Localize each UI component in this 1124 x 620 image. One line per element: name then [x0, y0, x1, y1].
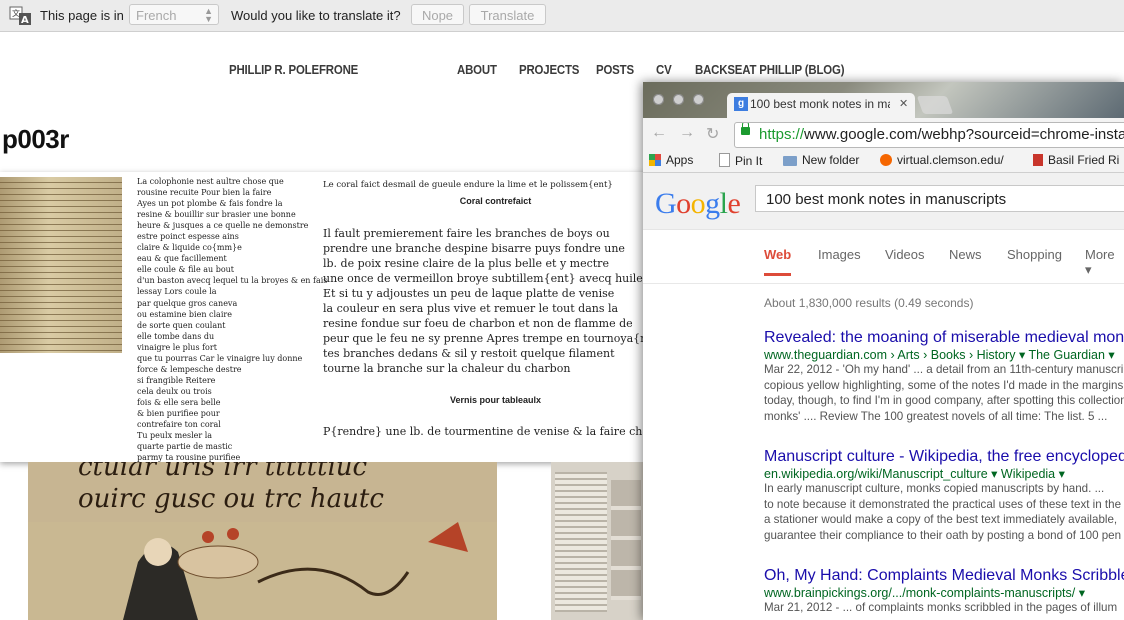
svg-text:文: 文	[12, 8, 20, 18]
bookmark-clemson[interactable]: virtual.clemson.edu/	[880, 153, 1004, 167]
illumination-text-line-1: ctuiar uris irr ttttttiuc	[78, 462, 368, 482]
illumination-text-line-2: ouirc gusc ou trc hautc	[78, 484, 384, 514]
search-result: Revealed: the moaning of miserable medie…	[764, 329, 1124, 424]
bookmark-new-folder[interactable]: New folder	[783, 153, 859, 167]
browser-tab[interactable]: g 100 best monk notes in ma ✕	[727, 93, 915, 118]
transcription-panel: La colophonie nest aultre chose que rous…	[0, 172, 650, 462]
tab-close-icon[interactable]: ✕	[899, 93, 908, 116]
bookmarks-bar: Apps Pin It New folder virtual.clemson.e…	[643, 150, 1124, 173]
svg-text:A: A	[21, 15, 29, 26]
result-title[interactable]: Oh, My Hand: Complaints Medieval Monks S…	[764, 567, 1124, 585]
bookmark-basil[interactable]: Basil Fried Ri	[1033, 153, 1119, 167]
result-snippet-line: copious yellow highlighting, some of the…	[764, 378, 1124, 392]
paw-icon	[880, 154, 892, 166]
search-result: Oh, My Hand: Complaints Medieval Monks S…	[764, 567, 1124, 616]
result-url[interactable]: en.wikipedia.org/wiki/Manuscript_culture…	[764, 466, 1124, 481]
result-snippet-line: Mar 22, 2012 - 'Oh my hand' ... a detail…	[764, 363, 1124, 376]
bookmark-pin-it[interactable]: Pin It	[719, 153, 762, 168]
language-select[interactable]: French ▲ ▼	[129, 4, 219, 25]
result-snippet-line: a stationer would make a copy of the bes…	[764, 513, 1118, 527]
nav-projects[interactable]: PROJECTS	[519, 62, 579, 77]
address-bar[interactable]: https://www.google.com/webhp?sourceid=ch…	[734, 122, 1124, 148]
translate-icon: 文 A	[9, 6, 31, 26]
manuscript-thumbnail[interactable]	[0, 177, 122, 353]
nav-about[interactable]: ABOUT	[457, 62, 497, 77]
apps-grid-icon	[649, 154, 661, 166]
tab-web[interactable]: Web	[764, 247, 792, 276]
translate-bar: 文 A This page is in French ▲ ▼ Would you …	[0, 0, 1124, 32]
translate-prefix: This page is in	[40, 8, 124, 23]
nav-posts[interactable]: POSTS	[596, 62, 634, 77]
url-rest: www.google.com/webhp?sourceid=chrome-ins…	[804, 126, 1124, 143]
thumbnail-portraits[interactable]	[611, 480, 641, 600]
search-result: Manuscript culture - Wikipedia, the free…	[764, 448, 1124, 543]
bookmark-apps[interactable]: Apps	[649, 153, 693, 167]
nav-cv[interactable]: CV	[656, 62, 672, 77]
google-header: Google 100 best monk notes in manuscript…	[643, 173, 1124, 230]
result-snippet-line: monks' .... Review The 100 greatest nove…	[764, 409, 1108, 423]
tab-more[interactable]: More ▾	[1085, 247, 1124, 278]
search-tabs: Web Images Videos News Shopping More ▾	[643, 230, 1124, 284]
transcription-left-column: La colophonie nest aultre chose que rous…	[137, 177, 328, 462]
tab-news[interactable]: News	[949, 247, 982, 262]
close-window-icon[interactable]	[653, 94, 664, 105]
illumination-figure-icon	[28, 522, 497, 620]
forward-icon[interactable]: →	[679, 124, 695, 142]
browser-toolbar: ← → ↻ https://www.google.com/webhp?sourc…	[643, 118, 1124, 150]
tab-images[interactable]: Images	[818, 247, 861, 262]
url-scheme: https://	[759, 126, 805, 143]
right-intro: Le coral faict desmail de gueule endure …	[323, 180, 613, 190]
back-icon[interactable]: ←	[651, 124, 667, 142]
result-snippet-line: today, though, to find I'm in good compa…	[764, 394, 1124, 408]
manuscript-illumination-image: ctuiar uris irr ttttttiuc ouirc gusc ou …	[28, 462, 497, 620]
result-title[interactable]: Revealed: the moaning of miserable medie…	[764, 329, 1124, 347]
result-url[interactable]: www.brainpickings.org/.../monk-complaint…	[764, 585, 1124, 600]
body-vernis: P{rendre} une lb. de tourmentine de veni…	[323, 425, 650, 438]
result-url[interactable]: www.theguardian.com › Arts › Books › His…	[764, 347, 1124, 362]
result-snippet-line: to note because it demonstrated the prac…	[764, 497, 1122, 511]
zoom-window-icon[interactable]	[693, 94, 704, 105]
nav-blog[interactable]: BACKSEAT PHILLIP (BLOG)	[695, 62, 845, 77]
page-icon	[719, 153, 730, 167]
google-favicon-icon: g	[734, 97, 748, 111]
thumbnail-grid[interactable]	[555, 472, 607, 612]
post-title: p003r	[2, 124, 69, 154]
site-brand[interactable]: PHILLIP R. POLEFRONE	[229, 62, 358, 77]
heading-vernis: Vernis pour tableaulx	[449, 395, 542, 405]
result-snippet-line: Mar 21, 2012 - ... of complaints monks s…	[764, 601, 1118, 614]
tab-title: 100 best monk notes in ma	[750, 97, 890, 111]
tab-videos[interactable]: Videos	[885, 247, 925, 262]
side-thumbnails	[551, 462, 643, 620]
minimize-window-icon[interactable]	[673, 94, 684, 105]
nope-button[interactable]: Nope	[411, 4, 464, 25]
browser-window: g 100 best monk notes in ma ✕ ← → ↻ http…	[643, 82, 1124, 620]
google-logo[interactable]: Google	[655, 187, 741, 221]
result-snippet-line: guarantee their compliance to their oath…	[764, 528, 1122, 542]
result-stats: About 1,830,000 results (0.49 seconds)	[764, 296, 974, 310]
lock-icon	[741, 123, 750, 135]
language-value: French	[136, 8, 177, 23]
new-tab-button[interactable]	[916, 96, 954, 114]
result-snippet-line: In early manuscript culture, monks copie…	[764, 482, 1105, 495]
folder-icon	[783, 156, 797, 166]
tab-shopping[interactable]: Shopping	[1007, 247, 1062, 262]
reload-icon[interactable]: ↻	[706, 124, 719, 144]
f-logo-icon	[1033, 154, 1043, 166]
select-arrows-icon: ▲ ▼	[204, 6, 213, 24]
heading-coral: Coral contrefaict	[459, 196, 532, 206]
result-title[interactable]: Manuscript culture - Wikipedia, the free…	[764, 448, 1124, 466]
translate-question: Would you like to translate it?	[231, 8, 401, 23]
body-coral: Il fault premierement faire les branches…	[323, 227, 650, 375]
transcription-right-column: Le coral faict desmail de gueule endure …	[323, 180, 650, 439]
search-input[interactable]: 100 best monk notes in manuscripts	[755, 185, 1124, 212]
browser-titlebar: g 100 best monk notes in ma ✕	[643, 82, 1124, 118]
translate-button[interactable]: Translate	[469, 4, 546, 25]
